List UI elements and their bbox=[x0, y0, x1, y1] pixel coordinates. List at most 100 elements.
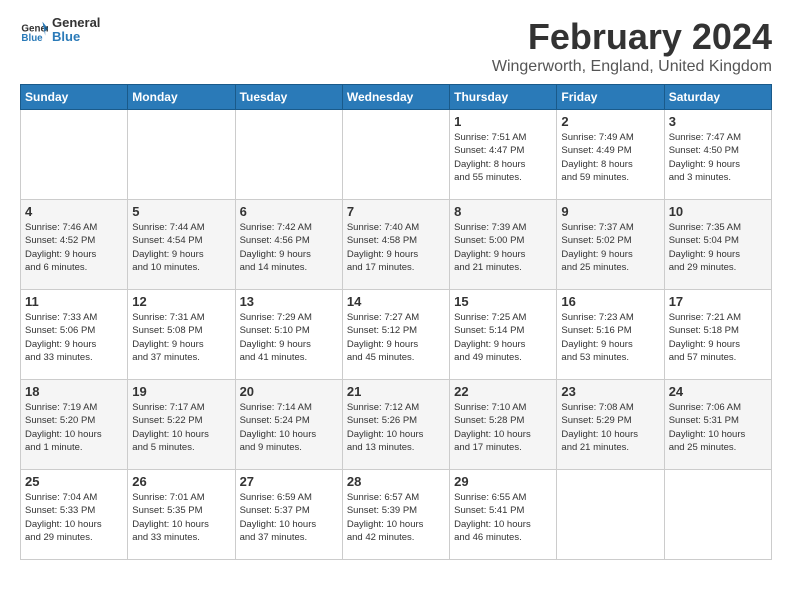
day-info: Sunrise: 7:06 AM Sunset: 5:31 PM Dayligh… bbox=[669, 401, 767, 454]
calendar-cell bbox=[342, 110, 449, 200]
day-info: Sunrise: 7:39 AM Sunset: 5:00 PM Dayligh… bbox=[454, 221, 552, 274]
day-info: Sunrise: 7:23 AM Sunset: 5:16 PM Dayligh… bbox=[561, 311, 659, 364]
col-header-sunday: Sunday bbox=[21, 85, 128, 110]
calendar-cell: 19 Sunrise: 7:17 AM Sunset: 5:22 PM Dayli… bbox=[128, 380, 235, 470]
calendar-week-2: 4 Sunrise: 7:46 AM Sunset: 4:52 PM Daylig… bbox=[21, 200, 772, 290]
day-info: Sunrise: 6:55 AM Sunset: 5:41 PM Dayligh… bbox=[454, 491, 552, 544]
calendar-cell bbox=[21, 110, 128, 200]
day-info: Sunrise: 7:44 AM Sunset: 4:54 PM Dayligh… bbox=[132, 221, 230, 274]
calendar-cell: 24 Sunrise: 7:06 AM Sunset: 5:31 PM Dayli… bbox=[664, 380, 771, 470]
calendar-cell: 10Sunrise: 7:35 AM Sunset: 5:04 PM Dayli… bbox=[664, 200, 771, 290]
calendar-cell: 5 Sunrise: 7:44 AM Sunset: 4:54 PM Daylig… bbox=[128, 200, 235, 290]
day-number: 3 bbox=[669, 114, 767, 129]
day-number: 28 bbox=[347, 474, 445, 489]
calendar-cell: 7Sunrise: 7:40 AM Sunset: 4:58 PM Daylig… bbox=[342, 200, 449, 290]
day-number: 19 bbox=[132, 384, 230, 399]
day-info: Sunrise: 7:01 AM Sunset: 5:35 PM Dayligh… bbox=[132, 491, 230, 544]
calendar-cell: 14 Sunrise: 7:27 AM Sunset: 5:12 PM Dayli… bbox=[342, 290, 449, 380]
day-info: Sunrise: 7:10 AM Sunset: 5:28 PM Dayligh… bbox=[454, 401, 552, 454]
day-info: Sunrise: 7:17 AM Sunset: 5:22 PM Dayligh… bbox=[132, 401, 230, 454]
day-number: 24 bbox=[669, 384, 767, 399]
day-info: Sunrise: 7:12 AM Sunset: 5:26 PM Dayligh… bbox=[347, 401, 445, 454]
calendar-cell: 11 Sunrise: 7:33 AM Sunset: 5:06 PM Dayli… bbox=[21, 290, 128, 380]
month-title: February 2024 bbox=[492, 16, 772, 58]
calendar-cell bbox=[128, 110, 235, 200]
day-info: Sunrise: 7:29 AM Sunset: 5:10 PM Dayligh… bbox=[240, 311, 338, 364]
day-number: 23 bbox=[561, 384, 659, 399]
day-number: 22 bbox=[454, 384, 552, 399]
day-info: Sunrise: 7:49 AM Sunset: 4:49 PM Dayligh… bbox=[561, 131, 659, 184]
col-header-monday: Monday bbox=[128, 85, 235, 110]
calendar-cell: 2 Sunrise: 7:49 AM Sunset: 4:49 PM Daylig… bbox=[557, 110, 664, 200]
calendar-body: 1 Sunrise: 7:51 AM Sunset: 4:47 PM Daylig… bbox=[21, 110, 772, 560]
day-number: 20 bbox=[240, 384, 338, 399]
logo-line2: Blue bbox=[52, 30, 100, 44]
calendar-cell: 26 Sunrise: 7:01 AM Sunset: 5:35 PM Dayli… bbox=[128, 470, 235, 560]
calendar-cell: 3Sunrise: 7:47 AM Sunset: 4:50 PM Daylig… bbox=[664, 110, 771, 200]
calendar-cell: 21 Sunrise: 7:12 AM Sunset: 5:26 PM Dayli… bbox=[342, 380, 449, 470]
day-number: 13 bbox=[240, 294, 338, 309]
logo: General Blue General Blue bbox=[20, 16, 100, 45]
day-info: Sunrise: 6:59 AM Sunset: 5:37 PM Dayligh… bbox=[240, 491, 338, 544]
day-number: 4 bbox=[25, 204, 123, 219]
day-number: 25 bbox=[25, 474, 123, 489]
day-number: 5 bbox=[132, 204, 230, 219]
calendar-cell: 17 Sunrise: 7:21 AM Sunset: 5:18 PM Dayli… bbox=[664, 290, 771, 380]
col-header-saturday: Saturday bbox=[664, 85, 771, 110]
col-header-thursday: Thursday bbox=[450, 85, 557, 110]
logo-icon: General Blue bbox=[20, 16, 48, 44]
day-number: 7 bbox=[347, 204, 445, 219]
day-info: Sunrise: 7:42 AM Sunset: 4:56 PM Dayligh… bbox=[240, 221, 338, 274]
day-number: 26 bbox=[132, 474, 230, 489]
calendar-week-3: 11 Sunrise: 7:33 AM Sunset: 5:06 PM Dayli… bbox=[21, 290, 772, 380]
day-number: 15 bbox=[454, 294, 552, 309]
calendar-header-row: SundayMondayTuesdayWednesdayThursdayFrid… bbox=[21, 85, 772, 110]
day-info: Sunrise: 7:14 AM Sunset: 5:24 PM Dayligh… bbox=[240, 401, 338, 454]
day-info: Sunrise: 7:08 AM Sunset: 5:29 PM Dayligh… bbox=[561, 401, 659, 454]
calendar-cell: 28 Sunrise: 6:57 AM Sunset: 5:39 PM Dayli… bbox=[342, 470, 449, 560]
day-info: Sunrise: 6:57 AM Sunset: 5:39 PM Dayligh… bbox=[347, 491, 445, 544]
calendar-cell: 9 Sunrise: 7:37 AM Sunset: 5:02 PM Daylig… bbox=[557, 200, 664, 290]
day-info: Sunrise: 7:35 AM Sunset: 5:04 PM Dayligh… bbox=[669, 221, 767, 274]
col-header-tuesday: Tuesday bbox=[235, 85, 342, 110]
svg-text:Blue: Blue bbox=[21, 33, 43, 44]
col-header-wednesday: Wednesday bbox=[342, 85, 449, 110]
day-number: 8 bbox=[454, 204, 552, 219]
day-info: Sunrise: 7:19 AM Sunset: 5:20 PM Dayligh… bbox=[25, 401, 123, 454]
day-number: 21 bbox=[347, 384, 445, 399]
day-info: Sunrise: 7:46 AM Sunset: 4:52 PM Dayligh… bbox=[25, 221, 123, 274]
calendar-table: SundayMondayTuesdayWednesdayThursdayFrid… bbox=[20, 84, 772, 560]
day-number: 17 bbox=[669, 294, 767, 309]
calendar-cell bbox=[557, 470, 664, 560]
day-number: 9 bbox=[561, 204, 659, 219]
day-info: Sunrise: 7:37 AM Sunset: 5:02 PM Dayligh… bbox=[561, 221, 659, 274]
calendar-cell: 23 Sunrise: 7:08 AM Sunset: 5:29 PM Dayli… bbox=[557, 380, 664, 470]
calendar-cell: 4 Sunrise: 7:46 AM Sunset: 4:52 PM Daylig… bbox=[21, 200, 128, 290]
calendar-cell: 8 Sunrise: 7:39 AM Sunset: 5:00 PM Daylig… bbox=[450, 200, 557, 290]
calendar-cell: 25Sunrise: 7:04 AM Sunset: 5:33 PM Dayli… bbox=[21, 470, 128, 560]
calendar-cell: 18Sunrise: 7:19 AM Sunset: 5:20 PM Dayli… bbox=[21, 380, 128, 470]
calendar-week-1: 1 Sunrise: 7:51 AM Sunset: 4:47 PM Daylig… bbox=[21, 110, 772, 200]
day-info: Sunrise: 7:21 AM Sunset: 5:18 PM Dayligh… bbox=[669, 311, 767, 364]
calendar-cell: 1 Sunrise: 7:51 AM Sunset: 4:47 PM Daylig… bbox=[450, 110, 557, 200]
calendar-cell: 15Sunrise: 7:25 AM Sunset: 5:14 PM Dayli… bbox=[450, 290, 557, 380]
day-number: 29 bbox=[454, 474, 552, 489]
day-number: 11 bbox=[25, 294, 123, 309]
calendar-cell: 20 Sunrise: 7:14 AM Sunset: 5:24 PM Dayli… bbox=[235, 380, 342, 470]
day-info: Sunrise: 7:27 AM Sunset: 5:12 PM Dayligh… bbox=[347, 311, 445, 364]
calendar-cell: 6 Sunrise: 7:42 AM Sunset: 4:56 PM Daylig… bbox=[235, 200, 342, 290]
calendar-cell bbox=[664, 470, 771, 560]
calendar-cell: 27Sunrise: 6:59 AM Sunset: 5:37 PM Dayli… bbox=[235, 470, 342, 560]
day-info: Sunrise: 7:33 AM Sunset: 5:06 PM Dayligh… bbox=[25, 311, 123, 364]
day-info: Sunrise: 7:51 AM Sunset: 4:47 PM Dayligh… bbox=[454, 131, 552, 184]
day-number: 1 bbox=[454, 114, 552, 129]
day-number: 14 bbox=[347, 294, 445, 309]
day-number: 6 bbox=[240, 204, 338, 219]
location-title: Wingerworth, England, United Kingdom bbox=[492, 58, 772, 76]
day-number: 12 bbox=[132, 294, 230, 309]
calendar-week-5: 25Sunrise: 7:04 AM Sunset: 5:33 PM Dayli… bbox=[21, 470, 772, 560]
day-number: 2 bbox=[561, 114, 659, 129]
title-area: February 2024 Wingerworth, England, Unit… bbox=[492, 16, 772, 76]
calendar-cell: 12Sunrise: 7:31 AM Sunset: 5:08 PM Dayli… bbox=[128, 290, 235, 380]
calendar-week-4: 18Sunrise: 7:19 AM Sunset: 5:20 PM Dayli… bbox=[21, 380, 772, 470]
